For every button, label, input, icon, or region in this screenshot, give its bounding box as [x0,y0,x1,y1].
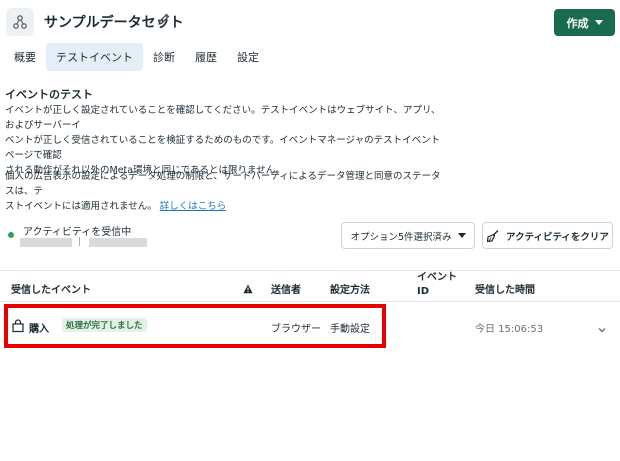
description-line: イベントが正しく設定されていることを確認してください。テストイベントはウェブサイ… [5,105,441,131]
dataset-icon [6,8,34,36]
highlight-box [4,304,386,348]
chevron-down-icon [457,233,466,238]
column-header-sender: 送信者 [271,285,301,296]
chevron-down-icon[interactable] [597,320,607,339]
redacted-value [20,238,72,247]
column-header-event-id-line: ID [417,286,430,297]
clear-activity-button[interactable]: アクティビティをクリア [482,222,613,249]
chevron-down-icon [594,20,603,25]
description-line: ベントが正しく受信されていることを検証するためのものです。イベントマネージャのテ… [5,135,441,161]
pencil-icon[interactable] [157,11,171,30]
tab-history[interactable]: 履歴 [185,43,227,71]
column-header-event-id: イベント ID [417,271,457,299]
column-header-time: 受信した時間 [475,285,535,296]
warning-icon [243,279,253,298]
options-label: オプション5件選択済み [350,231,452,243]
column-header-method: 設定方法 [330,285,370,296]
privacy-paragraph: 個人の広告表示の設定によるデータ処理の制限と、サードパーティによるデータ管理と同… [5,169,445,214]
tab-overview[interactable]: 概要 [4,43,46,71]
received-time: 今日 15:06:53 [475,324,544,335]
options-dropdown[interactable]: オプション5件選択済み [341,222,475,249]
clear-activity-label: アクティビティをクリア [506,231,609,243]
broom-icon [486,229,499,242]
redacted-value [89,238,147,247]
redacted-separator: | [78,237,82,247]
tab-settings[interactable]: 設定 [227,43,269,71]
privacy-line: 個人の広告表示の設定によるデータ処理の制限と、サードパーティによるデータ管理と同… [5,171,441,197]
tab-test-events[interactable]: テストイベント [46,43,143,71]
section-heading: イベントのテスト [5,88,93,101]
create-button[interactable]: 作成 [554,9,615,36]
live-status-dot [8,232,14,238]
tab-diagnostics[interactable]: 診断 [143,43,185,71]
activity-status: アクティビティを受信中 [23,227,132,238]
privacy-line: ストイベントには適用されません。 詳しくはこちら [5,199,445,214]
column-header-event-id-line: イベント [417,272,457,283]
description-paragraph: イベントが正しく設定されていることを確認してください。テストイベントはウェブサイ… [5,103,445,178]
privacy-line-text: ストイベントには適用されません。 [5,201,157,212]
table-header-divider [0,301,620,302]
learn-more-link[interactable]: 詳しくはこちら [160,201,227,212]
tab-bar: 概要 テストイベント 診断 履歴 設定 [4,43,269,71]
column-header-event: 受信したイベント [11,285,91,296]
create-button-label: 作成 [566,16,589,30]
table-top-divider [0,270,620,271]
